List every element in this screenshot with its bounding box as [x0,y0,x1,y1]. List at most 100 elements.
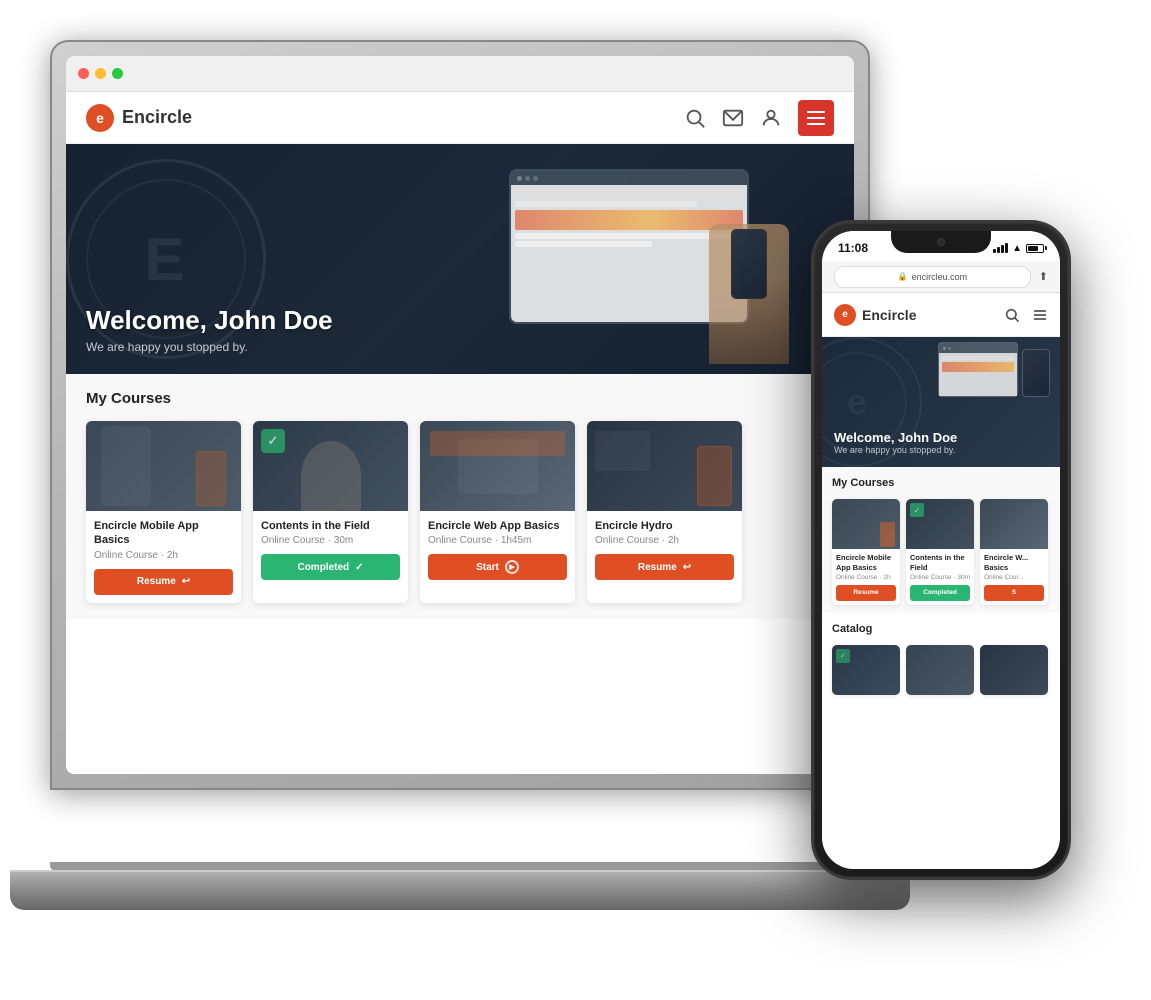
battery-icon [1026,244,1044,253]
phone-courses-grid: Encircle Mobile App Basics Online Course… [832,499,1050,605]
courses-section: My Courses [66,374,854,619]
phone-logo: e Encircle [834,304,1004,326]
course-thumb-3 [420,421,575,511]
section-title: My Courses [86,390,834,407]
course-thumb-bg-1 [86,421,241,511]
laptop-base [10,870,910,910]
course-meta-2: Online Course · 30m [261,535,400,546]
hero-title: Welcome, John Doe [86,305,333,336]
url-text: encircleu.com [912,272,968,282]
course-thumb-4 [587,421,742,511]
resume-button-4[interactable]: Resume ↩ [595,554,734,580]
phone-hero-text: Welcome, John Doe We are happy you stopp… [834,430,957,455]
course-thumb-1 [86,421,241,511]
phone-start-btn-3[interactable]: S [984,585,1044,601]
signal-bar-4 [1005,243,1008,253]
phone-course-thumb-2: ✓ [906,499,974,549]
phone-catalog-card-3 [980,645,1048,695]
laptop-bezel: e Encircle [66,56,854,774]
reply-icon-4: ↩ [683,562,691,573]
hamburger-line-1 [807,111,825,113]
start-label-3: Start [476,562,499,573]
laptop-device: e Encircle [50,40,870,910]
hero-text: Welcome, John Doe We are happy you stopp… [86,305,333,354]
reply-icon: ↩ [182,576,190,587]
hamburger-line-2 [807,117,825,119]
signal-bars [993,243,1008,253]
browser-close-dot[interactable] [78,68,89,79]
course-thumb-2: ✓ [253,421,408,511]
completed-button-2[interactable]: Completed ✓ [261,554,400,580]
course-thumb-bg-3 [420,421,575,511]
phone-logo-text: Encircle [862,307,916,323]
course-name-2: Contents in the Field [261,519,400,533]
completed-label-2: Completed [297,562,349,573]
laptop-screen: e Encircle [66,56,854,774]
phone-course-card-2: ✓ Contents in the Field Online Course · … [906,499,974,605]
phone-navbar: e Encircle [822,293,1060,337]
site-navbar: e Encircle [66,92,854,144]
phone-course-meta-3: Online Cour... [984,574,1044,581]
phone-course-thumb-1 [832,499,900,549]
phone-catalog-section: Catalog ✓ [822,613,1060,703]
mail-icon[interactable] [722,107,744,129]
course-name-1: Encircle Mobile App Basics [94,519,233,548]
phone-completed-btn-2[interactable]: Completed [910,585,970,601]
navbar-icons [684,100,834,136]
course-info-1: Encircle Mobile App Basics Online Course… [86,511,241,603]
user-icon[interactable] [760,107,782,129]
browser-minimize-dot[interactable] [95,68,106,79]
course-meta-4: Online Course · 2h [595,535,734,546]
phone-course-name-2: Contents in the Field [910,553,970,573]
phone-courses-section: My Courses [822,467,1060,613]
signal-bar-3 [1001,245,1004,253]
phone-course-name-3: Encircle W... Basics [984,553,1044,573]
courses-grid: Encircle Mobile App Basics Online Course… [86,421,834,603]
phone-status-icons: ▲ [993,243,1044,254]
phone-search-icon[interactable] [1004,307,1020,323]
signal-bar-1 [993,249,996,253]
course-card-1: Encircle Mobile App Basics Online Course… [86,421,241,603]
phone-course-meta-2: Online Course · 30m [910,574,970,581]
logo-icon: e [86,104,114,132]
phone-course-card-1: Encircle Mobile App Basics Online Course… [832,499,900,605]
hero-devices [474,144,824,374]
resume-label-1: Resume [137,576,176,587]
resume-button-1[interactable]: Resume ↩ [94,569,233,595]
phone-course-thumb-3 [980,499,1048,549]
phone-menu-icon[interactable] [1032,307,1048,323]
phone-browser-bar: 🔒 encircleu.com ⬆ [822,261,1060,293]
phone-camera [937,238,945,246]
share-icon[interactable]: ⬆ [1039,270,1048,283]
phone-home-indicator [901,857,981,861]
resume-label-4: Resume [638,562,677,573]
logo-text: Encircle [122,107,192,128]
phone-catalog-card-1: ✓ [832,645,900,695]
laptop-hinge [50,862,870,870]
website-content: e Encircle [66,92,854,774]
browser-maximize-dot[interactable] [112,68,123,79]
phone-url-bar[interactable]: 🔒 encircleu.com [834,266,1031,288]
start-button-3[interactable]: Start ▶ [428,554,567,580]
phone-catalog-card-2 [906,645,974,695]
course-info-3: Encircle Web App Basics Online Course · … [420,511,575,588]
phone-power-button [1068,353,1071,413]
phone-catalog-title: Catalog [832,623,1050,635]
course-meta-3: Online Course · 1h45m [428,535,567,546]
phone-volume-up [811,323,814,353]
hamburger-button[interactable] [798,100,834,136]
phone-resume-btn-1[interactable]: Resume [836,585,896,601]
phone-hero-subtitle: We are happy you stopped by. [834,445,957,455]
navbar-logo: e Encircle [86,104,684,132]
phone-hero-laptop-img [938,342,1018,397]
phone-screen-area: 11:08 ▲ [822,231,1060,869]
course-card-3: Encircle Web App Basics Online Course · … [420,421,575,603]
search-icon[interactable] [684,107,706,129]
laptop-body: e Encircle [50,40,870,790]
phone-course-name-1: Encircle Mobile App Basics [836,553,896,573]
phone-hero-title: Welcome, John Doe [834,430,957,445]
hero-banner: e [66,144,854,374]
phone-nav-icons [1004,307,1048,323]
phone-hero-devices [938,342,1050,397]
wifi-icon: ▲ [1012,243,1022,254]
